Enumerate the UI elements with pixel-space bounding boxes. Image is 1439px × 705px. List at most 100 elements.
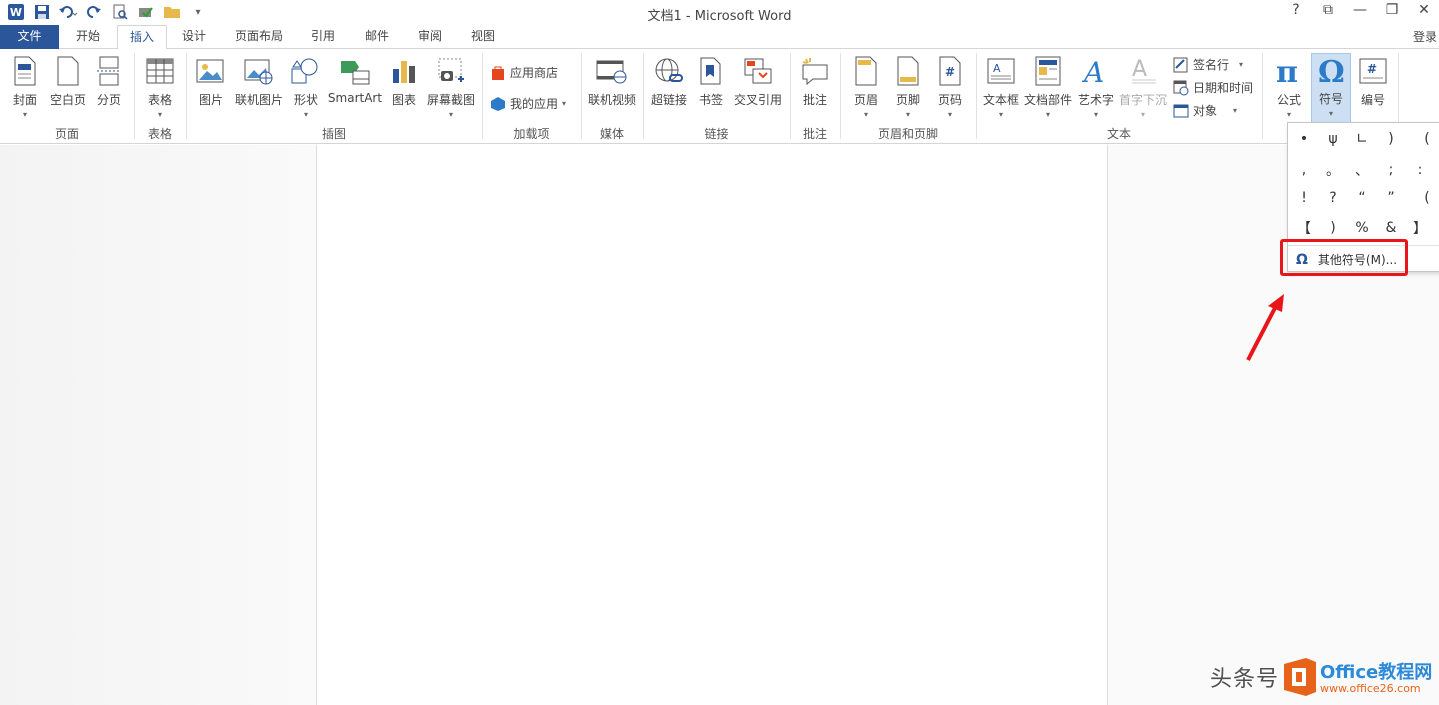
help-icon[interactable]: ?: [1287, 2, 1305, 18]
symbol-cell[interactable]: (: [1413, 184, 1439, 212]
comment-icon: [799, 55, 831, 87]
tab-review[interactable]: 审阅: [410, 25, 450, 49]
hyperlink-icon: [653, 55, 685, 87]
symbol-cell[interactable]: “: [1348, 184, 1376, 212]
online-picture-icon: [243, 55, 275, 87]
watermark: 头条号 Office教程网 www.office26.com: [1210, 656, 1432, 698]
minimize-icon[interactable]: —: [1351, 2, 1369, 18]
title-bar: W ▾ 文档1 - Microsoft Word ? ⧉ — ❐ ✕: [0, 0, 1439, 25]
blank-page-icon: [52, 55, 84, 87]
chevron-down-icon: ▾: [1239, 60, 1244, 69]
header-button[interactable]: 页眉 ▾: [850, 55, 882, 119]
tab-insert[interactable]: 插入: [117, 25, 167, 50]
tab-references[interactable]: 引用: [303, 25, 343, 49]
chevron-down-icon: ▾: [562, 99, 567, 108]
group-comments-label: 批注: [802, 127, 827, 141]
red-arrow-annotation: [1246, 294, 1284, 361]
page-number-button[interactable]: # 页码 ▾: [934, 55, 966, 119]
document-page[interactable]: [316, 145, 1108, 705]
close-icon[interactable]: ✕: [1415, 2, 1433, 18]
window-controls: ? ⧉ — ❐ ✕: [1287, 2, 1433, 18]
new-comment-button[interactable]: 批注: [798, 55, 832, 108]
symbol-cell[interactable]: :: [1406, 156, 1434, 184]
ribbon-display-icon[interactable]: ⧉: [1319, 2, 1337, 18]
symbol-cell[interactable]: 、: [1348, 156, 1376, 184]
symbol-cell[interactable]: !: [1290, 184, 1318, 212]
symbol-cell[interactable]: 。: [1319, 156, 1347, 184]
shapes-icon: [290, 55, 322, 87]
symbol-cell[interactable]: ): [1377, 125, 1405, 153]
date-time-button[interactable]: 日期和时间: [1173, 79, 1253, 96]
symbol-cell[interactable]: %: [1348, 214, 1376, 242]
ribbon-separator: [1262, 53, 1263, 139]
drop-cap-button[interactable]: A 首字下沉 ▾: [1119, 55, 1167, 119]
symbol-cell[interactable]: •: [1290, 125, 1318, 153]
symbol-cell[interactable]: &: [1377, 214, 1405, 242]
equation-button[interactable]: π 公式 ▾: [1270, 55, 1308, 119]
screenshot-button[interactable]: 屏幕截图 ▾: [425, 55, 477, 119]
watermark-brand: Office教程网 www.office26.com: [1320, 662, 1433, 695]
symbol-cell[interactable]: ?: [1319, 184, 1347, 212]
smartart-button[interactable]: SmartArt: [327, 55, 383, 105]
ribbon-tabs: 文件 开始 插入 设计 页面布局 引用 邮件 审阅 视图 登录: [0, 25, 1439, 50]
tab-design[interactable]: 设计: [174, 25, 214, 49]
quick-parts-button[interactable]: 文档部件 ▾: [1024, 55, 1072, 119]
symbol-cell[interactable]: ψ: [1319, 125, 1347, 153]
object-icon: [1173, 103, 1189, 119]
svg-text:A: A: [1082, 56, 1104, 86]
tab-file[interactable]: 文件: [0, 25, 59, 49]
hyperlink-button[interactable]: 超链接: [649, 55, 689, 108]
document-area: [0, 145, 1439, 705]
bookmark-button[interactable]: 书签: [695, 55, 727, 108]
number-button[interactable]: # 编号: [1356, 55, 1390, 108]
cross-reference-button[interactable]: 交叉引用: [732, 55, 784, 108]
symbol-cell[interactable]: (: [1413, 125, 1439, 153]
blank-page-button[interactable]: 空白页: [48, 55, 88, 108]
my-apps-button[interactable]: 我的应用 ▾: [490, 95, 566, 112]
app-store-button[interactable]: 应用商店: [490, 64, 558, 81]
symbol-cell[interactable]: ”: [1377, 184, 1405, 212]
symbol-cell[interactable]: ): [1319, 214, 1347, 242]
svg-text:#: #: [1367, 62, 1377, 76]
footer-icon: [892, 55, 924, 87]
chart-button[interactable]: 图表: [388, 55, 420, 108]
symbol-cell[interactable]: 【: [1290, 214, 1318, 242]
cover-page-button[interactable]: 封面 ▾: [8, 55, 42, 119]
tab-home[interactable]: 开始: [68, 25, 108, 49]
tab-mailings[interactable]: 邮件: [357, 25, 397, 49]
sign-in-link[interactable]: 登录: [1413, 28, 1437, 45]
picture-button[interactable]: 图片: [194, 55, 228, 108]
group-illustrations-label: 插图: [321, 127, 346, 141]
header-icon: [850, 55, 882, 87]
store-bag-icon: [490, 65, 506, 81]
symbol-cell[interactable]: 】: [1406, 214, 1434, 242]
highlight-box: [1280, 239, 1408, 276]
footer-button[interactable]: 页脚 ▾: [892, 55, 924, 119]
object-button[interactable]: 对象 ▾: [1173, 102, 1237, 119]
text-box-button[interactable]: A 文本框 ▾: [982, 55, 1020, 119]
wordart-button[interactable]: A 艺术字 ▾: [1077, 55, 1115, 119]
wordart-icon: A: [1080, 55, 1112, 87]
symbol-cell[interactable]: ,: [1290, 156, 1318, 184]
symbol-cell[interactable]: ;: [1377, 156, 1405, 184]
table-button[interactable]: 表格 ▾: [143, 55, 177, 119]
smartart-icon: [339, 55, 371, 87]
page-break-icon: [93, 55, 125, 87]
svg-text:π: π: [1276, 56, 1298, 86]
omega-icon: Ω: [1315, 54, 1347, 86]
tab-view[interactable]: 视图: [463, 25, 503, 49]
table-icon: [144, 55, 176, 87]
left-margin-area: [0, 145, 316, 705]
symbol-button[interactable]: Ω 符号 ▾: [1311, 53, 1351, 123]
symbol-cell[interactable]: ∟: [1348, 125, 1376, 153]
online-picture-button[interactable]: 联机图片: [233, 55, 285, 108]
online-video-button[interactable]: 联机视频: [586, 55, 638, 108]
shapes-button[interactable]: 形状 ▾: [290, 55, 322, 119]
page-break-button[interactable]: 分页: [93, 55, 125, 108]
tab-page-layout[interactable]: 页面布局: [228, 25, 290, 49]
restore-icon[interactable]: ❐: [1383, 2, 1401, 18]
group-pages-label: 页面: [54, 127, 79, 141]
signature-line-button[interactable]: 签名行 ▾: [1173, 56, 1243, 73]
svg-text:Ω: Ω: [1318, 55, 1345, 85]
calendar-clock-icon: [1173, 80, 1189, 96]
